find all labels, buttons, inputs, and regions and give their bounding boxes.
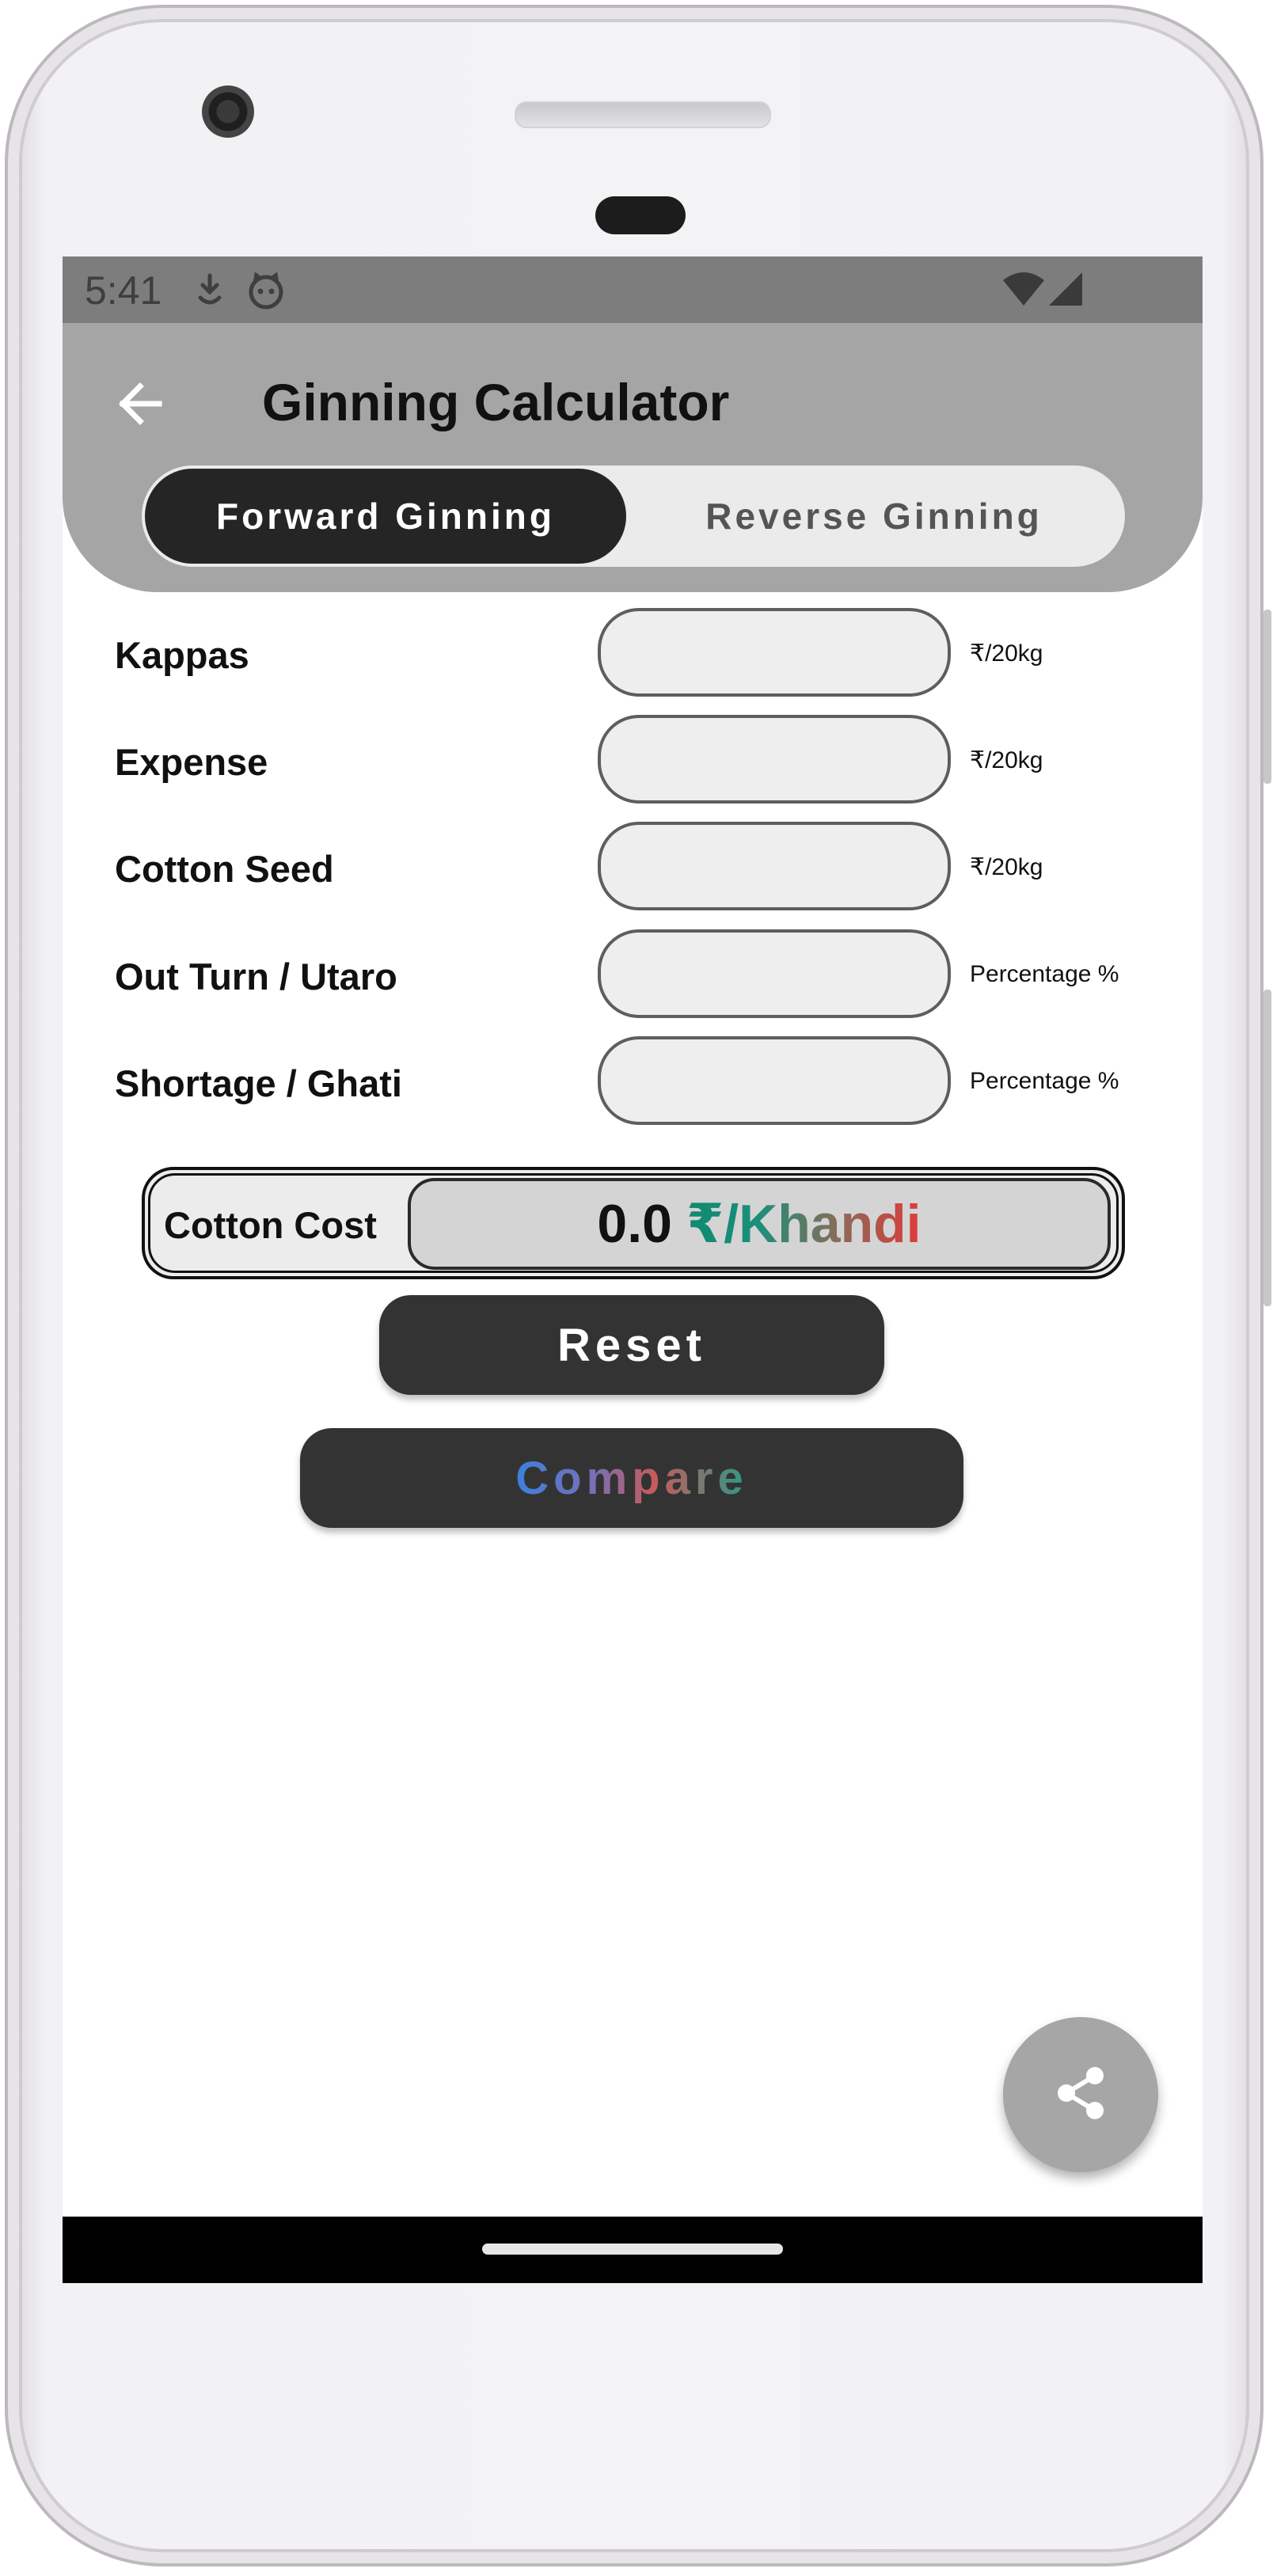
share-icon [1049, 2061, 1112, 2129]
front-camera [202, 85, 254, 138]
arrow-left-icon[interactable] [112, 375, 169, 432]
expense-row: Expense ₹/20kg [63, 715, 1203, 808]
out-turn-row: Out Turn / Utaro Percentage % [63, 929, 1203, 1023]
app-bar: Ginning Calculator Forward Ginning Rever… [63, 323, 1203, 592]
compare-button[interactable]: Compare [300, 1428, 963, 1528]
navigation-bar [63, 2217, 1203, 2283]
tab-reverse-ginning[interactable]: Reverse Ginning [626, 469, 1122, 564]
cotton-cost-unit: ₹/Khandi [686, 1193, 922, 1254]
earpiece-speaker [515, 101, 771, 128]
expense-input[interactable] [598, 715, 951, 804]
app-screen: 5:41 Ginning Calculator Forward Ginning … [63, 256, 1203, 2283]
shortage-label: Shortage / Ghati [115, 1062, 402, 1104]
mode-toggle: Forward Ginning Reverse Ginning [142, 465, 1125, 567]
cotton-seed-label: Cotton Seed [115, 848, 334, 890]
status-time: 5:41 [85, 268, 162, 313]
page-title: Ginning Calculator [262, 373, 730, 431]
wifi-icon [1001, 271, 1046, 313]
kappas-unit: ₹/20kg [970, 640, 1043, 667]
cotton-cost-label: Cotton Cost [164, 1204, 377, 1246]
cotton-cost-value-box: 0.0 ₹/Khandi [408, 1178, 1111, 1270]
cotton-cost-value: 0.0 [597, 1194, 672, 1254]
kappas-row: Kappas ₹/20kg [63, 608, 1203, 701]
cell-signal-icon [1047, 271, 1085, 313]
compare-button-label: Compare [515, 1452, 748, 1504]
cotton-seed-input[interactable] [598, 822, 951, 910]
cotton-seed-unit: ₹/20kg [970, 854, 1043, 880]
shortage-input[interactable] [598, 1036, 951, 1125]
proximity-sensor [595, 196, 686, 234]
tab-forward-ginning[interactable]: Forward Ginning [145, 469, 626, 564]
volume-button [1264, 610, 1271, 784]
out-turn-label: Out Turn / Utaro [115, 956, 397, 997]
expense-unit: ₹/20kg [970, 747, 1043, 773]
cotton-cost-result: Cotton Cost 0.0 ₹/Khandi [142, 1167, 1125, 1279]
shortage-row: Shortage / Ghati Percentage % [63, 1036, 1203, 1130]
cotton-seed-row: Cotton Seed ₹/20kg [63, 822, 1203, 915]
shortage-unit: Percentage % [970, 1068, 1119, 1094]
out-turn-unit: Percentage % [970, 961, 1119, 987]
status-bar: 5:41 [63, 256, 1203, 323]
out-turn-input[interactable] [598, 929, 951, 1018]
kappas-input[interactable] [598, 608, 951, 697]
power-button [1264, 990, 1271, 1306]
reset-button-label: Reset [557, 1319, 706, 1371]
home-handle[interactable] [482, 2244, 783, 2255]
kappas-label: Kappas [115, 634, 249, 676]
cat-face-icon [246, 271, 286, 314]
download-icon [192, 271, 227, 313]
reset-button[interactable]: Reset [379, 1295, 884, 1395]
share-fab[interactable] [1003, 2017, 1158, 2172]
expense-label: Expense [115, 741, 268, 783]
